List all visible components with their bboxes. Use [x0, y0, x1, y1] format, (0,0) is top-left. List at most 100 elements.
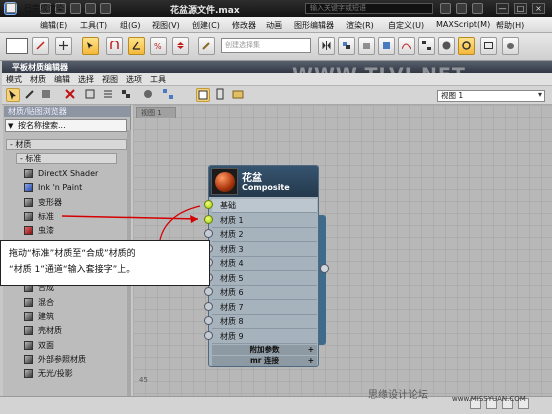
mirror-button[interactable] [318, 37, 335, 55]
node-slot[interactable]: 材质 8 [212, 315, 317, 329]
layer-manager-button[interactable] [358, 37, 375, 55]
edit-named-selection-button[interactable] [198, 37, 215, 55]
node-slot[interactable]: 材质 4 [212, 257, 317, 271]
node-input-socket[interactable] [204, 229, 213, 238]
undo-icon[interactable] [85, 3, 96, 14]
redo-icon[interactable] [100, 3, 111, 14]
angle-snap-button[interactable] [128, 37, 145, 55]
schematic-view-button[interactable] [418, 37, 435, 55]
node-input-socket[interactable] [204, 287, 213, 296]
select-object-button[interactable] [82, 37, 99, 55]
material-list-item[interactable]: 外部参照材质 [24, 353, 124, 366]
node-input-socket[interactable] [204, 200, 213, 209]
menu-views[interactable]: 视图(V) [152, 20, 180, 31]
selection-filter-dropdown[interactable] [6, 38, 28, 54]
node-slot[interactable]: 材质 6 [212, 286, 317, 300]
node-slot[interactable]: 材质 9 [212, 330, 317, 344]
slate-select-tool[interactable] [6, 88, 20, 102]
node-slot[interactable]: 材质 7 [212, 301, 317, 315]
material-list-item[interactable]: 混合 [24, 296, 124, 309]
material-list-item[interactable]: 虫漆 [24, 224, 124, 237]
slate-menu-select[interactable]: 选择 [78, 74, 94, 85]
menu-rendering[interactable]: 渲染(R) [346, 20, 374, 31]
help-icon[interactable] [472, 3, 483, 14]
slate-menu-edit[interactable]: 编辑 [54, 74, 70, 85]
menu-tools[interactable]: 工具(T) [80, 20, 107, 31]
menu-graph-editors[interactable]: 图形编辑器 [294, 20, 334, 31]
spinner-snap-button[interactable] [172, 37, 189, 55]
menu-maxscript[interactable]: MAXScript(M) [436, 20, 490, 29]
material-editor-button[interactable] [438, 37, 455, 55]
show-navigator-tool[interactable] [196, 88, 210, 102]
slate-menu-modes[interactable]: 模式 [6, 74, 22, 85]
help-search-input[interactable]: 输入关键字或短语 [305, 3, 433, 14]
save-file-icon[interactable] [70, 3, 81, 14]
percent-snap-button[interactable]: % [150, 37, 167, 55]
view-tab[interactable]: 视图 1 [136, 107, 176, 118]
close-button[interactable]: × [532, 3, 545, 14]
delete-selected-tool[interactable] [64, 88, 78, 102]
menu-help[interactable]: 帮助(H) [496, 20, 524, 31]
menu-edit[interactable]: 编辑(E) [40, 20, 67, 31]
parameter-editor-tool[interactable] [214, 88, 228, 102]
browser-options-icon[interactable]: ▼ [8, 122, 13, 130]
pick-material-tool[interactable] [24, 88, 38, 102]
material-list-item[interactable]: 建筑 [24, 310, 124, 323]
menu-create[interactable]: 创建(C) [192, 20, 220, 31]
material-list-item[interactable]: 双面 [24, 339, 124, 352]
hide-unused-slots-tool[interactable] [102, 88, 116, 102]
material-list-item[interactable]: 无光/投影 [24, 367, 124, 380]
move-children-tool[interactable] [84, 88, 98, 102]
material-explorer-tool[interactable] [232, 88, 246, 102]
slate-menu-view[interactable]: 视图 [102, 74, 118, 85]
node-header[interactable]: 花盆 Composite [209, 166, 318, 197]
node-slot[interactable]: 基础 [212, 199, 317, 213]
curve-editor-button[interactable] [398, 37, 415, 55]
align-button[interactable] [338, 37, 355, 55]
node-input-socket[interactable] [204, 316, 213, 325]
node-slot[interactable]: 材质 5 [212, 272, 317, 286]
node-slot[interactable]: 材质 3 [212, 243, 317, 257]
composite-material-node[interactable]: 花盆 Composite 基础 材质 1 材质 2 材质 3 材质 4 材质 5 材质 6材… [208, 165, 319, 367]
material-list-item[interactable]: Ink 'n Paint [24, 181, 124, 194]
named-selection-set-dropdown[interactable]: 创建选择集 [221, 38, 311, 53]
rendered-frame-window-button[interactable] [480, 37, 497, 55]
slate-menu-utilities[interactable]: 工具 [150, 74, 166, 85]
minimize-button[interactable]: — [496, 3, 509, 14]
graphite-toolbar-button[interactable] [378, 37, 395, 55]
group-standard[interactable]: - 标准 [16, 153, 117, 164]
assign-material-tool[interactable] [40, 88, 54, 102]
browser-search-input[interactable]: 按名称搜索... [5, 119, 127, 132]
subscription-icon[interactable] [456, 3, 467, 14]
show-background-tool[interactable] [142, 88, 156, 102]
maximize-button[interactable]: □ [514, 3, 527, 14]
menu-animation[interactable]: 动画 [266, 20, 282, 31]
slate-menu-material[interactable]: 材质 [30, 74, 46, 85]
render-setup-button[interactable] [458, 37, 475, 55]
menu-group[interactable]: 组(G) [120, 20, 140, 31]
material-list-item[interactable]: 标准 [24, 210, 124, 223]
show-map-in-viewport-tool[interactable] [120, 88, 134, 102]
node-slot[interactable]: 材质 1 [212, 214, 317, 228]
node-input-socket[interactable] [204, 301, 213, 311]
node-rollout[interactable]: mr 连接 [212, 356, 317, 366]
select-link-button[interactable] [32, 37, 49, 55]
node-input-socket[interactable] [204, 214, 213, 224]
render-production-button[interactable] [502, 37, 519, 55]
material-list-item[interactable]: 变形器 [24, 196, 124, 209]
node-slot[interactable]: 材质 2 [212, 228, 317, 242]
node-rollout[interactable]: 附加参数 [212, 345, 317, 355]
select-move-button[interactable] [55, 37, 72, 55]
search-icon[interactable] [440, 3, 451, 14]
layout-all-tool[interactable] [162, 88, 176, 102]
snap-toggle-button[interactable] [106, 37, 123, 55]
slate-menu-options[interactable]: 选项 [126, 74, 142, 85]
node-input-socket[interactable] [204, 330, 213, 340]
view-selector-dropdown[interactable]: 视图 1 [437, 90, 545, 102]
menu-modifiers[interactable]: 修改器 [232, 20, 256, 31]
material-list-item[interactable]: 壳材质 [24, 324, 124, 337]
node-output-socket[interactable] [320, 264, 329, 273]
material-list-item[interactable]: DirectX Shader [24, 167, 124, 180]
group-materials[interactable]: - 材质 [6, 139, 127, 150]
menu-customize[interactable]: 自定义(U) [388, 20, 424, 31]
